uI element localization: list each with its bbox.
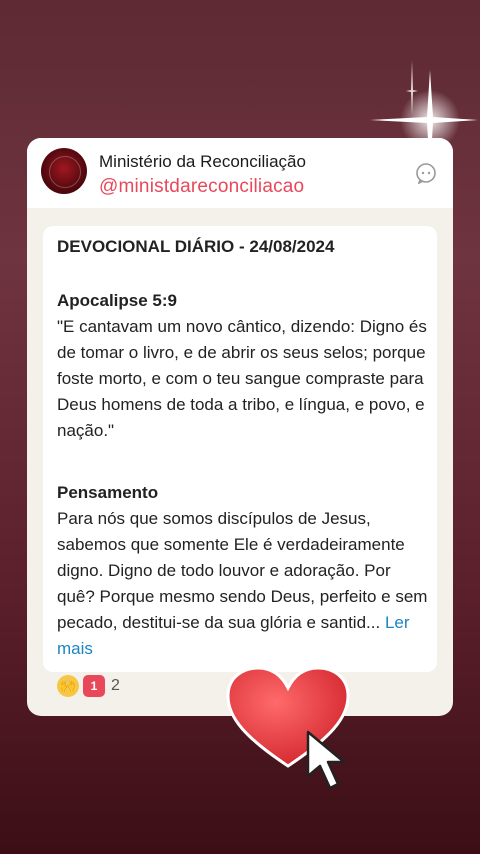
verse-text: "E cantavam um novo cântico, dizendo: Di… (57, 317, 427, 440)
reaction-count: 2 (111, 677, 120, 694)
post-body-text: Para nós que somos discípulos de Jesus, … (57, 509, 428, 632)
channel-name[interactable]: Ministério da Reconciliação (99, 152, 306, 172)
post-title: DEVOCIONAL DIÁRIO - 24/08/2024 (57, 237, 335, 256)
share-icon[interactable] (415, 162, 437, 184)
reactions-bar[interactable]: 🙌 1 2 (57, 673, 120, 699)
post-body: Para nós que somos discípulos de Jesus, … (57, 506, 432, 662)
channel-header: Ministério da Reconciliação @ministdarec… (27, 138, 453, 208)
verse-reference: Apocalipse 5:9 (57, 291, 177, 310)
pointer-cursor-icon (306, 730, 346, 790)
number-one-icon[interactable]: 1 (83, 675, 105, 697)
channel-card: Ministério da Reconciliação @ministdarec… (27, 138, 453, 716)
section-title: Pensamento (57, 483, 159, 502)
raised-hands-icon[interactable]: 🙌 (57, 675, 79, 697)
channel-avatar[interactable] (41, 148, 87, 194)
channel-handle[interactable]: @ministdareconciliacao (99, 176, 304, 198)
message-bubble[interactable]: DEVOCIONAL DIÁRIO - 24/08/2024 Apocalips… (43, 226, 437, 672)
